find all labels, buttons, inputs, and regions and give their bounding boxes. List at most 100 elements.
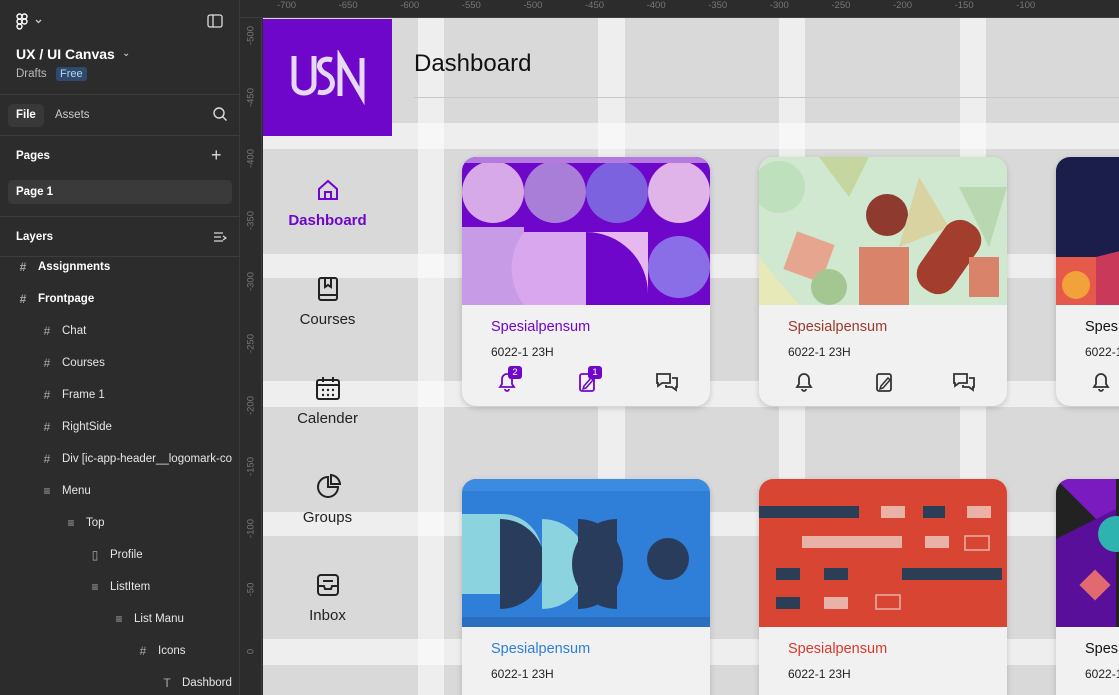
- discussions-icon[interactable]: [951, 691, 977, 695]
- layer-label: Frame 1: [62, 389, 105, 401]
- ruler-tick-label: -150: [245, 457, 257, 477]
- search-icon[interactable]: [212, 106, 228, 122]
- layer-item[interactable]: ≡ Menu: [40, 481, 90, 501]
- add-page-icon[interactable]: +: [211, 146, 222, 164]
- layer-item[interactable]: # Courses: [40, 353, 105, 373]
- layer-item[interactable]: # Icons: [136, 641, 186, 661]
- course-card-actions: [494, 691, 684, 695]
- discussions-icon[interactable]: [654, 691, 680, 695]
- ruler-tick-label: -650: [338, 0, 358, 11]
- course-code: 6022-1 23H: [491, 667, 554, 681]
- page-item[interactable]: Page 1: [8, 180, 232, 204]
- toggle-sidebar-icon[interactable]: [207, 14, 223, 28]
- ruler-tick-label: -150: [954, 0, 974, 11]
- frame-icon: #: [43, 452, 51, 466]
- layer-item[interactable]: ≡ ListItem: [88, 577, 150, 597]
- course-card[interactable]: Spesialpensum 6022-1 23H: [462, 479, 710, 695]
- layer-item[interactable]: # Frontpage: [16, 289, 95, 309]
- ruler-tick-label: -350: [708, 0, 728, 11]
- layer-item[interactable]: ▯ Profile: [88, 545, 143, 565]
- auto-layout-icon: ≡: [91, 580, 99, 594]
- layers-heading: Layers: [16, 231, 54, 243]
- ruler-tick-label: -300: [769, 0, 789, 11]
- collapse-layers-icon[interactable]: [213, 230, 227, 244]
- notifications-bell-icon[interactable]: [1088, 691, 1114, 695]
- drafts-label[interactable]: Drafts: [16, 68, 47, 80]
- page-title: Dashboard: [414, 50, 532, 77]
- ruler-tick-label: -200: [893, 0, 913, 11]
- course-card-actions: [1088, 369, 1119, 395]
- ruler-tick-label: 0: [245, 648, 257, 655]
- course-code: 6022-1 23H: [788, 667, 851, 681]
- layer-item[interactable]: # Chat: [40, 321, 87, 341]
- course-card[interactable]: Spes 6022-1: [1056, 157, 1119, 406]
- layer-label: Div [ic-app-header__logomark-co: [62, 453, 233, 465]
- nav-label: Groups: [302, 509, 353, 526]
- layer-item[interactable]: T Dashbord: [160, 673, 232, 693]
- tab-assets[interactable]: Assets: [55, 104, 90, 127]
- discussions-icon[interactable]: [654, 369, 680, 395]
- figma-menu-icon[interactable]: [16, 13, 46, 31]
- layer-label: RightSide: [62, 421, 112, 433]
- course-name[interactable]: Spesialpensum: [491, 641, 590, 657]
- layer-item[interactable]: ≡ Top: [64, 513, 104, 533]
- nav-item-groups[interactable]: Groups: [263, 473, 392, 526]
- layer-item[interactable]: # RightSide: [40, 417, 112, 437]
- assignments-icon[interactable]: [871, 369, 897, 395]
- layer-item[interactable]: # Div [ic-app-header__logomark-co: [40, 449, 232, 469]
- course-card[interactable]: Spesialpensum 6022-1 23H: [759, 479, 1007, 695]
- ruler-tick-label: -100: [1016, 0, 1036, 11]
- ruler-tick-label: -350: [245, 210, 257, 230]
- course-code: 6022-1 23H: [491, 345, 554, 359]
- design-canvas[interactable]: Dashboard Dashboard Courses Calender Groups…: [263, 18, 1119, 695]
- course-name[interactable]: Spesialpensum: [491, 319, 590, 335]
- chevron-down-icon[interactable]: ⌄: [122, 48, 130, 59]
- discussions-icon[interactable]: [951, 369, 977, 395]
- ruler-tick-label: -700: [277, 0, 297, 11]
- frame-icon: #: [43, 420, 51, 434]
- auto-layout-icon: ≡: [43, 484, 51, 498]
- tab-file[interactable]: File: [8, 104, 44, 127]
- nav-item-calender[interactable]: Calender: [263, 374, 392, 427]
- file-name[interactable]: UX / UI Canvas: [16, 46, 115, 62]
- course-code: 6022-1 23H: [788, 345, 851, 359]
- ruler-tick-label: -200: [245, 395, 257, 415]
- ruler-tick-label: -300: [245, 272, 257, 292]
- layer-item[interactable]: # Frame 1: [40, 385, 105, 405]
- notifications-bell-icon[interactable]: [494, 691, 520, 695]
- ruler-tick-label: -400: [646, 0, 666, 11]
- home-icon: [317, 179, 338, 200]
- pages-heading: Pages: [16, 150, 50, 162]
- count-badge: 1: [588, 366, 602, 379]
- notifications-bell-icon[interactable]: 2: [494, 366, 522, 395]
- nav-item-dashboard[interactable]: Dashboard: [263, 176, 392, 229]
- notifications-bell-icon[interactable]: [1088, 369, 1114, 395]
- course-code: 6022-1: [1085, 667, 1119, 681]
- header-divider: [414, 97, 1119, 98]
- course-name[interactable]: Spesialpensum: [788, 641, 887, 657]
- layer-label: Dashbord: [182, 677, 232, 689]
- nav-item-courses[interactable]: Courses: [263, 275, 392, 328]
- notifications-bell-icon[interactable]: [791, 691, 817, 695]
- usn-logo[interactable]: [263, 19, 392, 136]
- course-name[interactable]: Spes: [1085, 641, 1118, 657]
- course-name[interactable]: Spesialpensum: [788, 319, 887, 335]
- course-card[interactable]: Spesialpensum 6022-1 23H 2 1: [462, 157, 710, 406]
- layer-item[interactable]: # Assignments: [16, 257, 111, 277]
- file-header: UX / UI Canvas ⌄ Drafts Free: [0, 0, 240, 95]
- course-code: 6022-1: [1085, 345, 1119, 359]
- course-card[interactable]: Spes 6022-1: [1056, 479, 1119, 695]
- assignments-icon[interactable]: 1: [574, 366, 602, 395]
- course-card-image: [1056, 479, 1119, 627]
- frame-icon: #: [43, 324, 51, 338]
- notifications-bell-icon[interactable]: [791, 369, 817, 395]
- course-card-image: [1056, 157, 1119, 305]
- course-card-actions: 21: [494, 366, 684, 395]
- layer-item[interactable]: ≡ List Manu: [112, 609, 183, 629]
- nav-label: Calender: [297, 410, 358, 427]
- course-card[interactable]: Spesialpensum 6022-1 23H: [759, 157, 1007, 406]
- assignments-icon[interactable]: [871, 691, 897, 695]
- nav-item-inbox[interactable]: Inbox: [263, 571, 392, 624]
- course-name[interactable]: Spes: [1085, 319, 1118, 335]
- assignments-icon[interactable]: [574, 691, 600, 695]
